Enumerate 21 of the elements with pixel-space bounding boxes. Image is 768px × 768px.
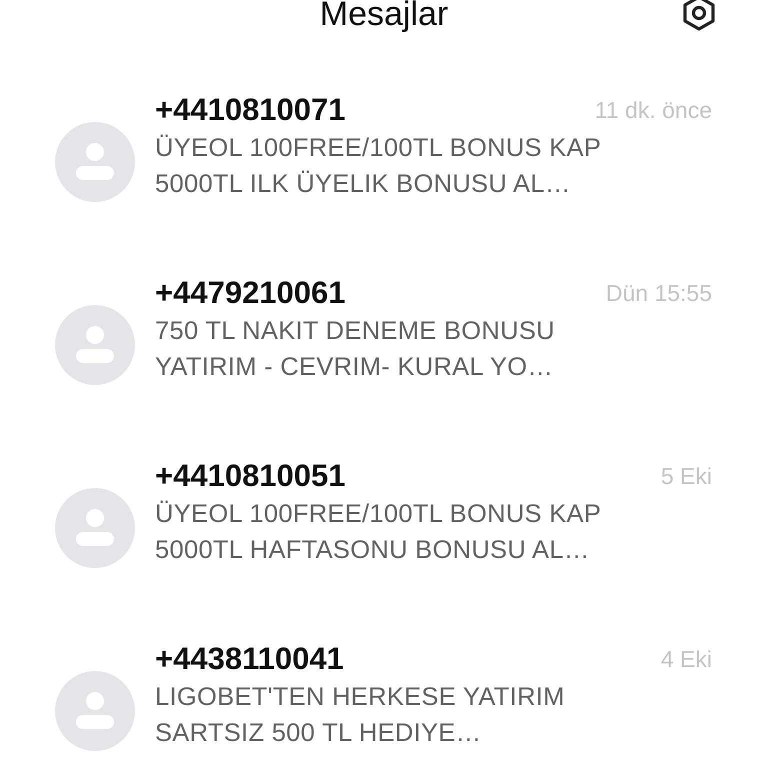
screen-title: Mesajlar	[320, 0, 448, 34]
message-preview: 750 TL NAKIT DENEME BONUSU	[155, 316, 556, 347]
message-preview: ÜYEOL 100FREE/100TL BONUS KAP	[155, 499, 602, 530]
message-time: 5 Eki	[660, 462, 712, 490]
message-preview: 5000TL ILK ÜYELIK BONUSU AL…	[155, 169, 572, 200]
sender-name: +4410810071	[155, 91, 346, 129]
message-time: 4 Eki	[660, 646, 712, 672]
message-preview: YATIRIM - CEVRIM- KURAL YO…	[155, 352, 554, 383]
avatar-icon	[55, 488, 135, 568]
message-preview: 5000TL HAFTASONU BONUSU AL…	[155, 535, 591, 566]
avatar-icon	[55, 671, 135, 751]
message-time: Dün 15:55	[606, 280, 712, 306]
sender-name: +4438110041	[155, 640, 344, 678]
message-time: 11 dk. önce	[594, 96, 712, 124]
message-preview: LIGOBET'TEN HERKESE YATIRIM	[155, 682, 566, 713]
avatar-icon	[55, 305, 135, 385]
sender-name: +4410810051	[155, 457, 346, 495]
sender-name: +4479210061	[155, 274, 346, 312]
message-preview: SARTSIZ 500 TL HEDIYE…	[155, 718, 482, 749]
avatar-icon	[55, 122, 135, 202]
message-preview: ÜYEOL 100FREE/100TL BONUS KAP	[155, 133, 602, 164]
